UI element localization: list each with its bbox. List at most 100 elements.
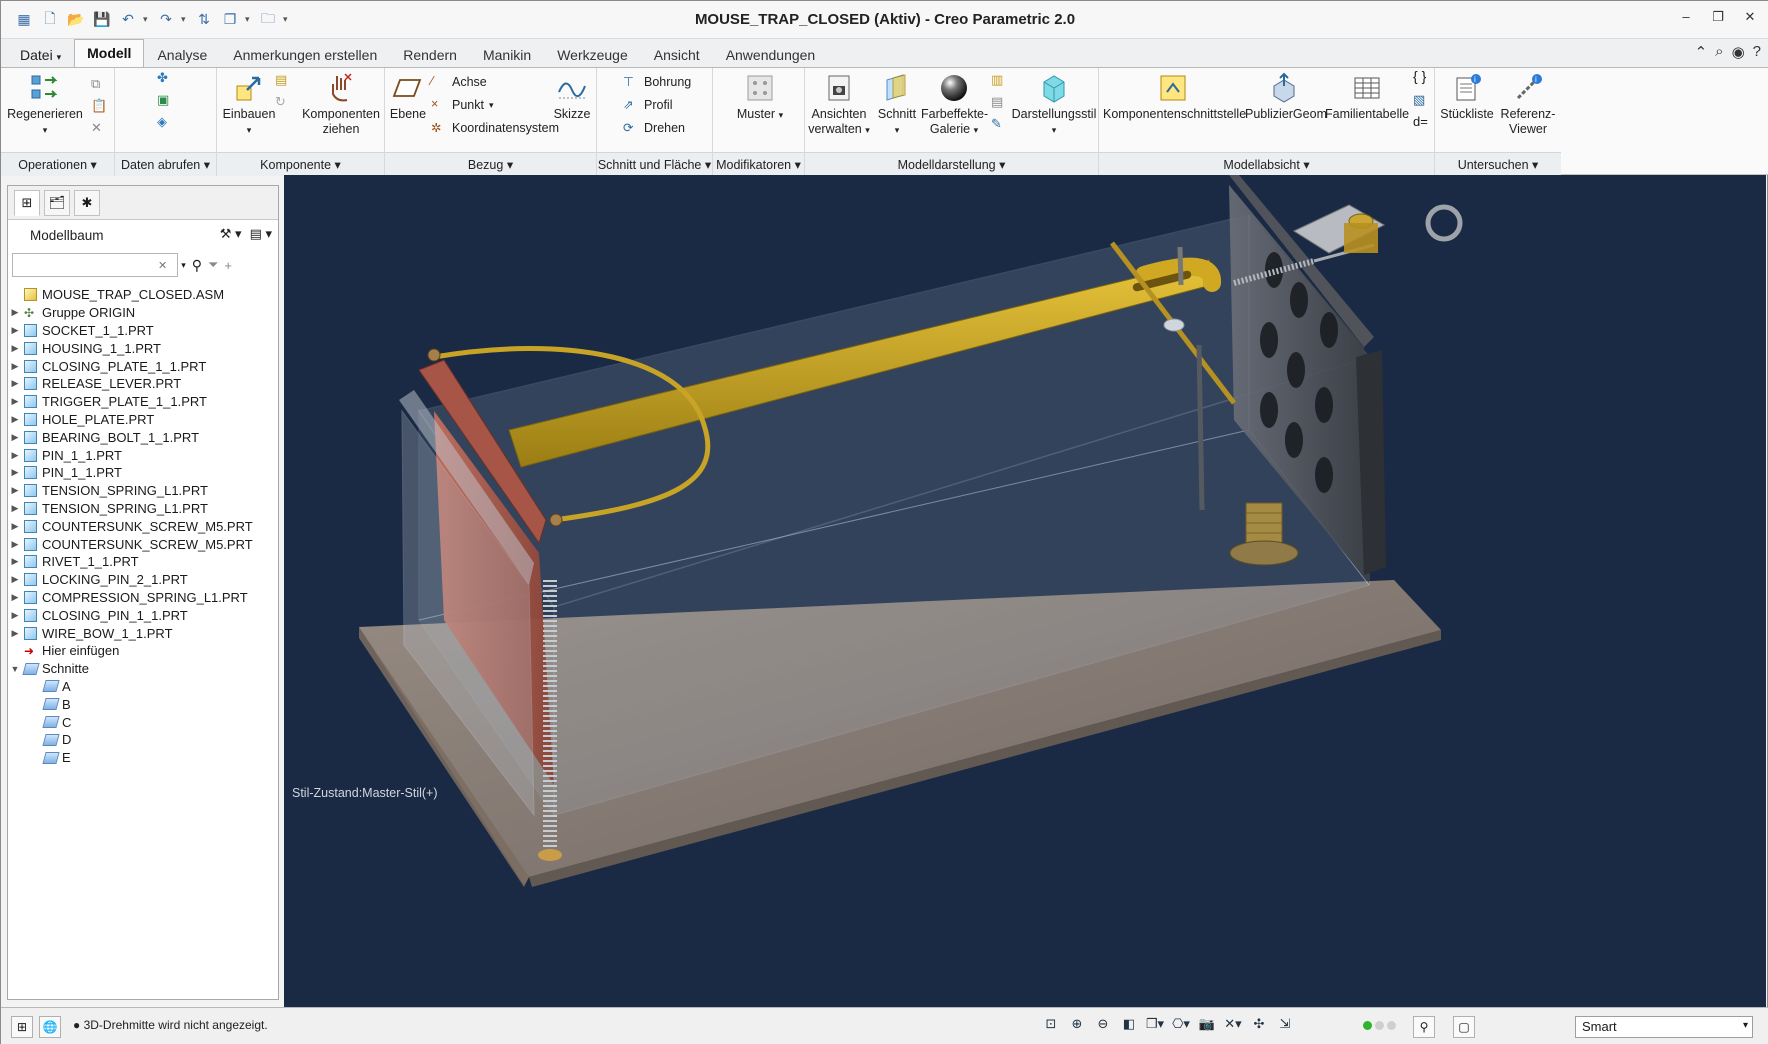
- repaint-icon[interactable]: ◧: [1119, 1016, 1139, 1036]
- tree-item[interactable]: ▶ RIVET_1_1.PRT: [8, 553, 278, 571]
- find-icon[interactable]: ⚲: [192, 257, 202, 274]
- copy-icon[interactable]: ⧉: [91, 76, 109, 94]
- group-label-modifikatoren[interactable]: Modifikatoren ▾: [713, 152, 804, 176]
- tree-item[interactable]: MOUSE_TRAP_CLOSED.ASM: [8, 286, 278, 304]
- expand-arrow-icon[interactable]: ▶: [8, 610, 22, 621]
- find-binoculars-icon[interactable]: ⚲: [1413, 1016, 1435, 1038]
- help-icon[interactable]: ?: [1753, 43, 1761, 61]
- referenz-viewer-button[interactable]: i Referenz- Viewer: [1497, 72, 1559, 137]
- add-column-icon[interactable]: +: [224, 258, 232, 273]
- redo-dropdown-icon[interactable]: ▾: [181, 14, 189, 25]
- tree-item[interactable]: ▶ HOUSING_1_1.PRT: [8, 339, 278, 357]
- tab-modell[interactable]: Modell: [74, 39, 145, 67]
- new-file-icon[interactable]: 🗋: [39, 9, 61, 31]
- folder-browser-tab-icon[interactable]: 🗂: [44, 190, 70, 216]
- expand-arrow-icon[interactable]: ▶: [8, 307, 22, 318]
- undo-dropdown-icon[interactable]: ▾: [143, 14, 151, 25]
- tab-manikin[interactable]: Manikin: [470, 41, 544, 67]
- tree-item[interactable]: ▼ Schnitte: [8, 660, 278, 678]
- tree-item[interactable]: D: [8, 731, 278, 749]
- create-component-icon[interactable]: ▤: [275, 72, 293, 90]
- filter-icon[interactable]: ⏷: [208, 257, 218, 273]
- expand-arrow-icon[interactable]: ▶: [8, 396, 22, 407]
- minimize-ribbon-icon[interactable]: ⌃: [1695, 43, 1708, 61]
- tab-datei[interactable]: Datei ▾: [7, 41, 74, 67]
- group-label-modellabsicht[interactable]: Modellabsicht ▾: [1099, 152, 1434, 176]
- paste-icon[interactable]: 📋: [91, 98, 109, 116]
- parameters-icon[interactable]: ▧: [1413, 92, 1431, 110]
- expand-arrow-icon[interactable]: ▶: [8, 503, 22, 514]
- stueckliste-button[interactable]: i Stückliste: [1437, 72, 1497, 122]
- skizze-button[interactable]: Skizze: [551, 72, 593, 122]
- toggle-navigator-icon[interactable]: ⊞: [11, 1016, 33, 1038]
- tree-settings-icon[interactable]: ⚒ ▾: [220, 226, 242, 242]
- tree-item[interactable]: E: [8, 749, 278, 767]
- tree-show-icon[interactable]: ▤ ▾: [250, 226, 272, 242]
- tree-item[interactable]: ▶ HOLE_PLATE.PRT: [8, 411, 278, 429]
- drehen-button[interactable]: ⟳ Drehen: [623, 118, 685, 138]
- tab-rendern[interactable]: Rendern: [390, 41, 470, 67]
- app-menu-icon[interactable]: ▦: [13, 9, 35, 31]
- tree-item[interactable]: ▶ COMPRESSION_SPRING_L1.PRT: [8, 589, 278, 607]
- tree-item[interactable]: A: [8, 678, 278, 696]
- expand-arrow-icon[interactable]: ▶: [8, 432, 22, 443]
- expand-arrow-icon[interactable]: ▶: [8, 485, 22, 496]
- regenerate-quick-icon[interactable]: ⇅: [193, 9, 215, 31]
- zoom-out-icon[interactable]: ⊖: [1093, 1016, 1113, 1036]
- shrinkwrap-icon[interactable]: ◈: [157, 114, 175, 132]
- tree-item[interactable]: ▶ CLOSING_PLATE_1_1.PRT: [8, 357, 278, 375]
- komponenten-ziehen-button[interactable]: Komponenten ziehen: [301, 72, 381, 137]
- view-manager-quick-icon[interactable]: 📷: [1197, 1016, 1217, 1036]
- zoom-in-icon[interactable]: ⊕: [1067, 1016, 1087, 1036]
- display-style-menu-icon[interactable]: ❒▾: [1145, 1016, 1165, 1036]
- einbauen-button[interactable]: Einbauen ▾: [221, 72, 277, 138]
- graphics-window[interactable]: Stil-Zustand:Master-Stil(+): [284, 175, 1766, 1007]
- tree-item[interactable]: ▶ SOCKET_1_1.PRT: [8, 322, 278, 340]
- delete-icon[interactable]: ✕: [91, 120, 109, 138]
- save-icon[interactable]: 💾: [91, 9, 113, 31]
- tree-item[interactable]: ▶ TENSION_SPRING_L1.PRT: [8, 500, 278, 518]
- punkt-button[interactable]: × Punkt ▾: [431, 95, 494, 115]
- minimize-icon[interactable]: –: [1677, 9, 1695, 27]
- tree-item[interactable]: ▶ PIN_1_1.PRT: [8, 446, 278, 464]
- windows-dropdown-icon[interactable]: ▾: [245, 14, 253, 25]
- tree-item[interactable]: B: [8, 695, 278, 713]
- tree-item[interactable]: ▶ COUNTERSUNK_SCREW_M5.PRT: [8, 535, 278, 553]
- publiziergeom-button[interactable]: PublizierGeom: [1245, 72, 1327, 122]
- schnitt-button[interactable]: Schnitt ▾: [875, 72, 919, 138]
- tree-item[interactable]: C: [8, 713, 278, 731]
- group-label-bezug[interactable]: Bezug ▾: [385, 152, 596, 176]
- expand-arrow-icon[interactable]: ▼: [8, 664, 22, 674]
- layers-icon[interactable]: ▤: [991, 94, 1009, 112]
- regenerieren-button[interactable]: Regenerieren ▾: [7, 72, 83, 138]
- spin-center-icon[interactable]: ✣: [1249, 1016, 1269, 1036]
- favorites-tab-icon[interactable]: ✱: [74, 190, 100, 216]
- tab-anwendungen[interactable]: Anwendungen: [713, 41, 829, 67]
- tree-search-input[interactable]: [12, 253, 178, 277]
- group-label-operationen[interactable]: Operationen ▾: [1, 152, 114, 176]
- toggle-browser-icon[interactable]: 🌐: [39, 1016, 61, 1038]
- open-file-icon[interactable]: 📂: [65, 9, 87, 31]
- redo-icon[interactable]: ↷: [155, 9, 177, 31]
- darstellungsstil-button[interactable]: Darstellungsstil ▾: [1011, 72, 1097, 138]
- copy-geometry-icon[interactable]: ▣: [157, 92, 175, 110]
- annotation-display-icon[interactable]: ⇲: [1275, 1016, 1295, 1036]
- search-icon[interactable]: ⌕: [1715, 43, 1723, 61]
- selection-box-icon[interactable]: ▢: [1453, 1016, 1475, 1038]
- tree-item[interactable]: ▶ COUNTERSUNK_SCREW_M5.PRT: [8, 517, 278, 535]
- expand-arrow-icon[interactable]: ▶: [8, 539, 22, 550]
- koordinatensystem-button[interactable]: ✲ Koordinatensystem: [431, 118, 559, 138]
- model-tree-tab-icon[interactable]: ⊞: [14, 190, 40, 216]
- selection-filter-select[interactable]: Smart ▾: [1575, 1016, 1753, 1038]
- repeat-icon[interactable]: ↻: [275, 94, 293, 112]
- profil-button[interactable]: ⇗ Profil: [623, 95, 672, 115]
- edit-appearance-icon[interactable]: ✎: [991, 116, 1009, 134]
- expand-arrow-icon[interactable]: ▶: [8, 450, 22, 461]
- saved-orientations-icon[interactable]: ⎔▾: [1171, 1016, 1191, 1036]
- tree-item[interactable]: ➜ Hier einfügen: [8, 642, 278, 660]
- expand-arrow-icon[interactable]: ▶: [8, 574, 22, 585]
- refit-icon[interactable]: ⊡: [1041, 1016, 1061, 1036]
- datum-display-icon[interactable]: ✕▾: [1223, 1016, 1243, 1036]
- community-icon[interactable]: ◉: [1732, 43, 1745, 61]
- user-defined-feature-icon[interactable]: ✤: [157, 70, 175, 88]
